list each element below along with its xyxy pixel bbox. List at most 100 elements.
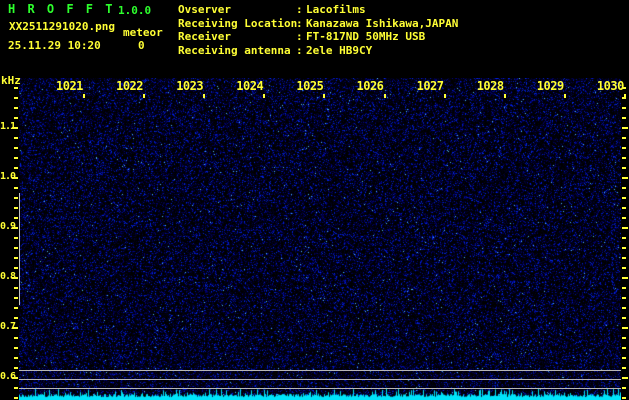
freq-tick [622,267,626,269]
freq-tick [14,217,18,219]
freq-tick [622,187,626,189]
freq-tick [622,337,626,339]
station-info-row: Ovserver: Lacofilms [178,3,458,17]
freq-tick [622,327,628,329]
datetime: 25.11.29 10:20 [8,39,101,52]
freq-tick [622,307,626,309]
station-info-label: Ovserver [178,3,231,16]
freq-tick [622,227,628,229]
station-info-label: Receiving antenna [178,43,291,57]
reference-line [19,388,621,389]
time-tick [83,94,85,98]
freq-tick [14,297,18,299]
app-title: H R O F F T [8,2,115,16]
freq-tick [622,177,628,179]
freq-tick [14,357,18,359]
freq-label: 0.6 [0,371,16,382]
time-tick [383,94,386,98]
time-label: 1030 [596,79,624,93]
freq-tick [622,157,626,159]
freq-tick [14,307,18,309]
freq-tick [14,207,18,209]
freq-label: 0.9 [0,221,16,232]
station-info-row: Receiving antenna:2ele HB9CY [178,44,458,58]
station-info-value: Lacofilms [306,3,366,16]
time-tick [563,94,566,98]
time-label: 1028 [476,79,504,93]
freq-tick [622,367,626,369]
reference-line [19,379,621,380]
station-info-value: 2ele HB9CY [306,43,373,57]
freq-tick [622,137,626,139]
freq-tick [622,117,626,119]
time-label: 1023 [176,79,204,93]
freq-tick [622,317,626,319]
freq-tick [622,357,626,359]
y-axis-unit-label: kHz [1,74,21,87]
station-info-value: FT-817ND 50MHz USB [306,30,426,44]
freq-tick [622,247,626,249]
marker-line [19,193,20,305]
app-version: 1.0.0 [118,4,152,17]
station-info: Ovserver: Lacofilms Receiving Location: Kan… [178,3,458,57]
freq-tick [622,377,628,379]
freq-tick [14,187,18,189]
freq-tick [622,387,626,389]
freq-tick [14,257,18,259]
time-label: 1021 [56,79,83,93]
freq-tick [622,167,626,169]
freq-tick [14,287,18,289]
freq-tick [14,107,18,109]
time-label: 1027 [416,79,444,93]
hrofft-output: H R O F F T 1.0.0 XX2511291020.png meteo… [0,0,629,400]
meteor-count: 0 [138,39,145,52]
reference-line [19,370,621,371]
freq-tick [14,397,18,399]
freq-tick [14,97,18,99]
time-label: 1024 [236,79,264,93]
freq-tick [14,367,18,369]
freq-label: 1.1 [0,121,16,132]
freq-tick [14,267,18,269]
freq-label: 0.8 [0,271,16,282]
station-info-label: Receiving Location [178,16,298,30]
freq-tick [14,167,18,169]
colon-separator: : [296,16,303,30]
freq-tick [14,347,18,349]
time-tick [143,94,146,98]
time-tick [443,94,446,98]
freq-tick [622,147,626,149]
freq-tick [14,157,18,159]
freq-tick [622,207,626,209]
station-info-label: Receiver [178,30,231,44]
time-tick [203,94,206,98]
freq-tick [14,237,18,239]
mode-label: meteor [123,26,163,39]
freq-tick [622,107,626,109]
freq-tick [622,127,628,129]
time-label: 1029 [536,79,564,93]
colon-separator: : [296,30,303,44]
freq-tick [622,297,626,299]
freq-tick [622,237,626,239]
freq-tick [14,87,18,89]
time-tick [503,94,506,98]
time-label: 1025 [296,79,324,93]
freq-tick [622,277,628,279]
freq-tick [14,197,18,199]
time-tick [623,94,626,98]
time-tick [323,94,326,98]
station-info-row: Receiving Location: Kanazawa Ishikawa,JAP… [178,17,458,31]
colon-separator: : [296,43,303,57]
freq-tick [14,337,18,339]
freq-label: 1.0 [0,171,16,182]
freq-tick [14,387,18,389]
freq-tick [622,287,626,289]
freq-tick [14,117,18,119]
freq-tick [622,347,626,349]
freq-tick [14,247,18,249]
colon-separator: : [296,3,303,16]
time-label: 1022 [116,79,143,93]
station-info-value: Kanazawa Ishikawa,JAPAN [306,16,459,30]
freq-label: 0.7 [0,321,16,332]
